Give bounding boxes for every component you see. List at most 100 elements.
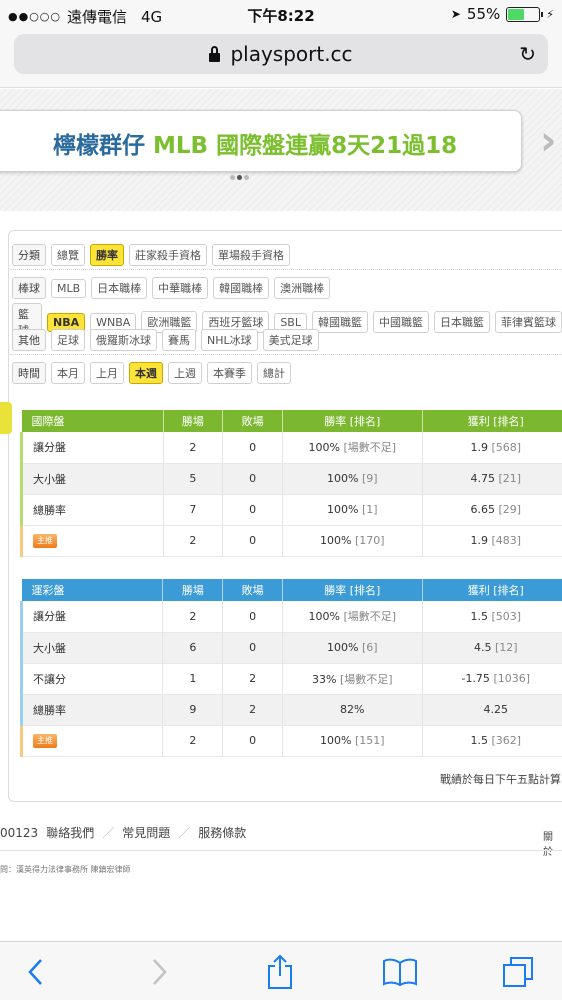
filter-label-baseball: 棒球 [12, 277, 46, 299]
chip-last-month[interactable]: 上月 [90, 362, 124, 384]
chip-american-football[interactable]: 美式足球 [262, 329, 319, 351]
tabs-icon[interactable] [496, 952, 540, 992]
rate-cell: 100% [場數不足] [282, 432, 423, 464]
filter-row-category: 分類 總覽 勝率 莊家殺手資格 單場殺手資格 [12, 244, 290, 266]
footer-link-contact[interactable]: 聯絡我們 [46, 824, 94, 841]
row-label: 不讓分 [19, 663, 164, 695]
rate-cell: 100% [151] [282, 725, 423, 757]
filter-label-other: 其他 [12, 329, 46, 351]
row-label: 主推 [20, 525, 164, 557]
wins-cell: 2 [163, 525, 224, 557]
featured-pick-icon[interactable]: 主推 [33, 734, 57, 748]
losses-cell: 0 [222, 725, 284, 757]
rate-value: 100% [327, 503, 359, 516]
bookmarks-icon[interactable] [378, 952, 422, 992]
wins-cell: 2 [163, 432, 224, 464]
featured-pick-icon[interactable]: 主推 [33, 534, 57, 548]
back-icon[interactable] [14, 952, 58, 992]
banner-pager [230, 175, 249, 180]
url-text: playsport.cc [230, 42, 353, 66]
table-row: 讓分盤 2 0 100% [場數不足] 1.5 [503] [19, 601, 562, 633]
chip-this-month[interactable]: 本月 [51, 362, 85, 384]
reload-icon[interactable]: ↻ [519, 42, 536, 66]
table-row: 不讓分 1 2 33% [場數不足] -1.75 [1036] [19, 663, 562, 695]
chip-mlb[interactable]: MLB [51, 278, 87, 298]
table-row-featured: 主推 2 0 100% [151] 1.5 [362] [19, 725, 562, 757]
chip-cba[interactable]: 中國職籃 [373, 311, 429, 333]
profit-cell: -1.75 [1036] [422, 663, 562, 695]
rate-value: 82% [340, 703, 365, 716]
chip-single-killer[interactable]: 單場殺手資格 [212, 244, 290, 266]
profit-rank: [29] [498, 503, 522, 516]
rate-cell: 100% [1] [282, 494, 423, 526]
chip-cpbl[interactable]: 中華職棒 [152, 277, 209, 299]
table-row-featured: 主推 2 0 100% [170] 1.9 [483] [20, 525, 562, 557]
chip-npb[interactable]: 日本職棒 [91, 277, 148, 299]
column-header: 獲利 [排名] [422, 410, 562, 432]
profit-cell: 1.9 [483] [422, 525, 562, 557]
side-tab[interactable] [0, 402, 12, 434]
chip-abl[interactable]: 澳洲職棒 [274, 277, 331, 299]
rate-cell: 100% [場數不足] [282, 601, 423, 633]
battery-percent: 55% [466, 5, 501, 23]
table-row: 總勝率 7 0 100% [1] 6.65 [29] [20, 494, 562, 526]
footer-phone: 00123 [0, 825, 39, 840]
rate-rank: [場數不足] [339, 672, 393, 686]
status-right: ➤ 55% ⚡ [451, 5, 554, 23]
chip-overview[interactable]: 總覽 [51, 244, 85, 266]
forward-icon[interactable] [137, 952, 181, 992]
promo-banner[interactable]: 檸檬群仔 MLB 國際盤連贏8天21過18 [0, 110, 522, 172]
pager-dot[interactable] [230, 175, 235, 180]
rate-value: 33% [311, 672, 337, 686]
banner-text: 檸檬群仔 MLB 國際盤連贏8天21過18 [53, 126, 457, 160]
pager-dot[interactable] [244, 175, 249, 180]
chip-soccer[interactable]: 足球 [51, 329, 85, 351]
filter-row-baseball: 棒球 MLB 日本職棒 中華職棒 韓國職棒 澳洲職棒 [12, 277, 331, 299]
profit-cell: 4.25 [422, 694, 562, 726]
chip-kbl[interactable]: 韓國職籃 [312, 311, 368, 333]
chip-horse-racing[interactable]: 賽馬 [162, 329, 196, 351]
footer-link-terms[interactable]: 服務條款 [198, 824, 246, 841]
url-display: playsport.cc [14, 42, 548, 66]
chip-win-rate[interactable]: 勝率 [90, 244, 124, 266]
chip-total[interactable]: 總計 [257, 362, 291, 384]
chip-khl[interactable]: 俄羅斯冰球 [90, 329, 157, 351]
losses-cell: 0 [222, 601, 284, 633]
footer-about[interactable]: 關於 [543, 828, 562, 858]
profit-rank: [362] [491, 734, 522, 747]
table-row: 讓分盤 2 0 100% [場數不足] 1.9 [568] [20, 432, 562, 464]
footer-link-faq[interactable]: 常見問題 [122, 824, 170, 841]
rate-cell: 82% [282, 694, 423, 726]
pager-dot-active[interactable] [237, 175, 242, 180]
profit-value: 6.65 [470, 503, 495, 516]
divider [10, 354, 562, 355]
chip-pba[interactable]: 菲律賓籃球 [495, 311, 562, 333]
share-icon[interactable] [258, 952, 302, 992]
chevron-right-icon[interactable]: › [540, 118, 556, 164]
rate-value: 100% [308, 441, 340, 455]
rate-value: 100% [319, 734, 352, 747]
chip-banker-killer[interactable]: 莊家殺手資格 [129, 244, 207, 266]
rate-value: 100% [308, 610, 340, 624]
filter-label-time: 時間 [12, 362, 46, 384]
browser-toolbar [0, 941, 562, 1000]
chip-kbo[interactable]: 韓國職棒 [213, 277, 270, 299]
chip-this-season[interactable]: 本賽季 [207, 362, 252, 384]
profit-rank: [568] [491, 440, 522, 454]
chip-this-week[interactable]: 本週 [129, 362, 163, 384]
rate-cell: 100% [6] [282, 632, 423, 664]
rate-cell: 100% [170] [282, 525, 423, 557]
column-header: 國際盤 [21, 410, 164, 432]
rate-value: 100% [320, 534, 352, 547]
chip-nhl[interactable]: NHL冰球 [201, 329, 258, 351]
wins-cell: 5 [163, 463, 224, 495]
filter-label-category: 分類 [12, 244, 46, 266]
address-bar[interactable]: playsport.cc ↻ [14, 34, 548, 74]
lottery-table: 運彩盤 勝場 敗場 勝率 [排名] 獲利 [排名] 讓分盤 2 0 100% [… [19, 579, 562, 757]
chip-bleague[interactable]: 日本職籃 [434, 311, 490, 333]
rate-rank: [場數不足] [343, 610, 397, 624]
chip-last-week[interactable]: 上週 [168, 362, 202, 384]
separator: ／ [102, 826, 115, 840]
rate-cell: 33% [場數不足] [282, 663, 423, 695]
profit-cell: 4.75 [21] [422, 463, 562, 495]
